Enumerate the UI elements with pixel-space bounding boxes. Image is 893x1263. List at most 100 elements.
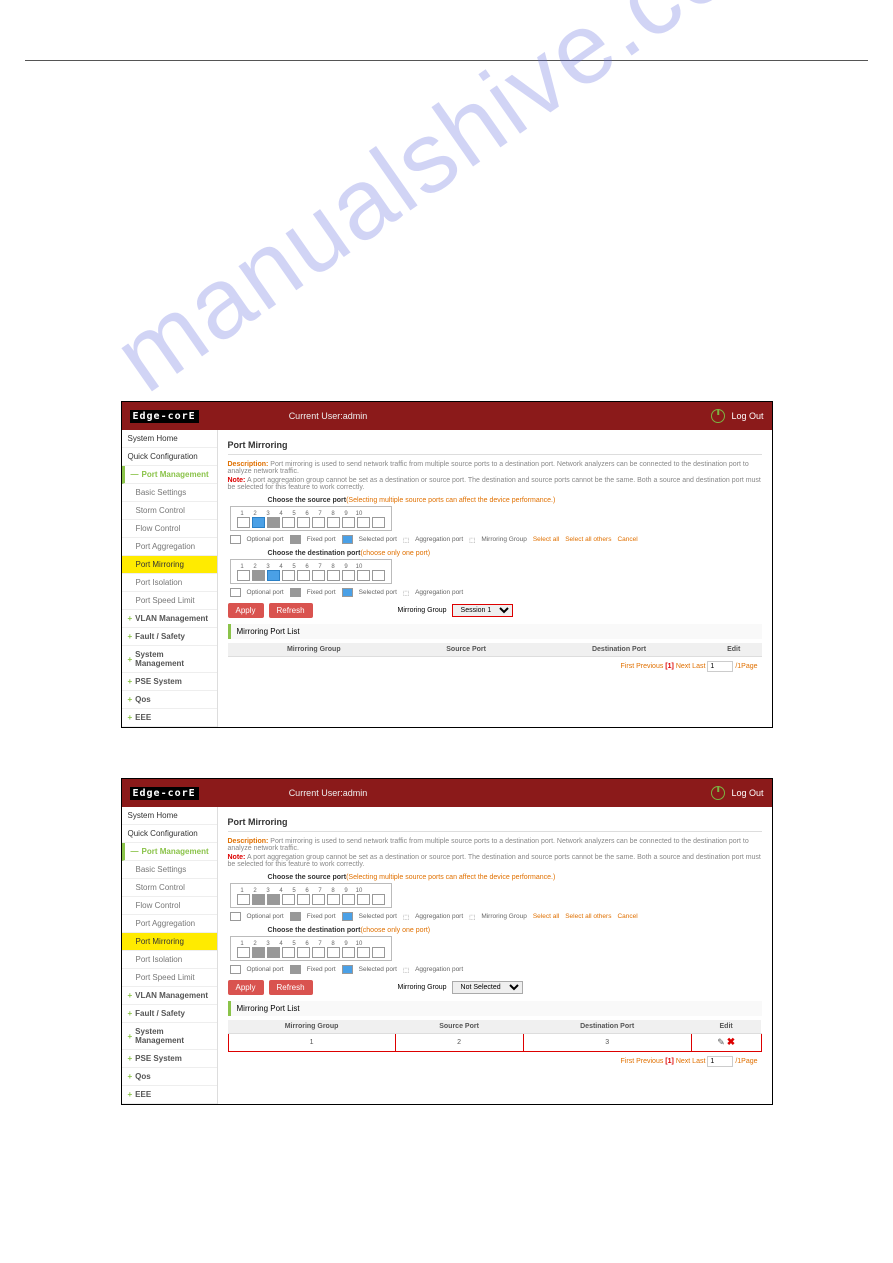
port-icon[interactable] bbox=[237, 947, 250, 958]
pager-last[interactable]: Last bbox=[692, 1058, 705, 1065]
port-icon[interactable] bbox=[252, 947, 265, 958]
port-icon[interactable] bbox=[282, 570, 295, 581]
port-icon[interactable] bbox=[342, 894, 355, 905]
port-icon[interactable] bbox=[282, 517, 295, 528]
cancel-link[interactable]: Cancel bbox=[617, 536, 637, 543]
select-others-link[interactable]: Select all others bbox=[565, 536, 611, 543]
sidebar-item-fault[interactable]: +Fault / Safety bbox=[122, 628, 217, 646]
port-icon[interactable] bbox=[372, 894, 385, 905]
port-icon[interactable] bbox=[357, 517, 370, 528]
pager-page-input[interactable] bbox=[707, 1056, 733, 1067]
sidebar-item-pse[interactable]: +PSE System bbox=[122, 1050, 217, 1068]
port-icon[interactable] bbox=[327, 947, 340, 958]
sidebar-item-port-mirroring[interactable]: Port Mirroring bbox=[122, 556, 217, 574]
sidebar-item-port-isolation[interactable]: Port Isolation bbox=[122, 574, 217, 592]
sidebar-item-eee[interactable]: +EEE bbox=[122, 709, 217, 727]
select-all-link[interactable]: Select all bbox=[533, 536, 559, 543]
pager-next[interactable]: Next bbox=[676, 663, 690, 670]
sidebar-item-system-home[interactable]: System Home bbox=[122, 807, 217, 825]
sidebar-item-system-home[interactable]: System Home bbox=[122, 430, 217, 448]
sidebar-item-port-speed-limit[interactable]: Port Speed Limit bbox=[122, 592, 217, 610]
edit-icon[interactable]: ✎ bbox=[717, 1037, 725, 1047]
port-icon[interactable] bbox=[372, 570, 385, 581]
apply-button[interactable]: Apply bbox=[228, 980, 264, 995]
port-icon[interactable] bbox=[297, 947, 310, 958]
port-icon[interactable] bbox=[282, 947, 295, 958]
logout-link[interactable]: Log Out bbox=[731, 788, 763, 798]
refresh-button[interactable]: Refresh bbox=[269, 980, 313, 995]
sidebar-item-port-agg[interactable]: Port Aggregation bbox=[122, 915, 217, 933]
pager-prev[interactable]: Previous bbox=[636, 663, 663, 670]
port-icon[interactable] bbox=[312, 517, 325, 528]
select-others-link[interactable]: Select all others bbox=[565, 913, 611, 920]
port-icon[interactable] bbox=[267, 570, 280, 581]
port-icon[interactable] bbox=[357, 947, 370, 958]
sidebar-item-storm-control[interactable]: Storm Control bbox=[122, 502, 217, 520]
port-icon[interactable] bbox=[312, 947, 325, 958]
delete-icon[interactable]: ✖ bbox=[727, 1037, 735, 1048]
cancel-link[interactable]: Cancel bbox=[617, 913, 637, 920]
sidebar-item-port-mgmt[interactable]: —Port Management bbox=[122, 466, 217, 484]
sidebar-item-port-mirroring[interactable]: Port Mirroring bbox=[122, 933, 217, 951]
port-icon[interactable] bbox=[297, 517, 310, 528]
pager-page-input[interactable] bbox=[707, 661, 733, 672]
port-icon[interactable] bbox=[297, 570, 310, 581]
port-icon[interactable] bbox=[372, 517, 385, 528]
sidebar-item-vlan[interactable]: +VLAN Management bbox=[122, 987, 217, 1005]
select-all-link[interactable]: Select all bbox=[533, 913, 559, 920]
sidebar-item-flow-control[interactable]: Flow Control bbox=[122, 520, 217, 538]
sidebar-item-qos[interactable]: +Qos bbox=[122, 691, 217, 709]
sidebar-item-port-isolation[interactable]: Port Isolation bbox=[122, 951, 217, 969]
logout-icon[interactable] bbox=[711, 409, 725, 423]
refresh-button[interactable]: Refresh bbox=[269, 603, 313, 618]
port-icon[interactable] bbox=[267, 517, 280, 528]
port-icon[interactable] bbox=[312, 894, 325, 905]
sidebar-item-sysmgmt[interactable]: +System Management bbox=[122, 646, 217, 673]
port-icon[interactable] bbox=[342, 570, 355, 581]
sidebar-item-quick-config[interactable]: Quick Configuration bbox=[122, 448, 217, 466]
port-icon[interactable] bbox=[327, 570, 340, 581]
logout-icon[interactable] bbox=[711, 786, 725, 800]
logout-link[interactable]: Log Out bbox=[731, 411, 763, 421]
port-icon[interactable] bbox=[327, 517, 340, 528]
sidebar-item-basic-settings[interactable]: Basic Settings bbox=[122, 861, 217, 879]
sidebar-item-port-speed-limit[interactable]: Port Speed Limit bbox=[122, 969, 217, 987]
mirroring-group-select[interactable]: Session 1 bbox=[452, 604, 513, 617]
port-icon[interactable] bbox=[327, 894, 340, 905]
sidebar-item-flow-control[interactable]: Flow Control bbox=[122, 897, 217, 915]
sidebar-item-port-agg[interactable]: Port Aggregation bbox=[122, 538, 217, 556]
port-icon[interactable] bbox=[267, 894, 280, 905]
port-icon[interactable] bbox=[267, 947, 280, 958]
sidebar-item-quick-config[interactable]: Quick Configuration bbox=[122, 825, 217, 843]
pager-first[interactable]: First bbox=[621, 663, 635, 670]
port-icon[interactable] bbox=[237, 894, 250, 905]
port-icon[interactable] bbox=[237, 517, 250, 528]
port-icon[interactable] bbox=[312, 570, 325, 581]
port-icon[interactable] bbox=[357, 894, 370, 905]
port-icon[interactable] bbox=[252, 894, 265, 905]
port-icon[interactable] bbox=[282, 894, 295, 905]
pager-next[interactable]: Next bbox=[676, 1058, 690, 1065]
port-icon[interactable] bbox=[297, 894, 310, 905]
port-icon[interactable] bbox=[357, 570, 370, 581]
apply-button[interactable]: Apply bbox=[228, 603, 264, 618]
sidebar-item-sysmgmt[interactable]: +System Management bbox=[122, 1023, 217, 1050]
port-icon[interactable] bbox=[342, 517, 355, 528]
sidebar-item-vlan[interactable]: +VLAN Management bbox=[122, 610, 217, 628]
port-icon[interactable] bbox=[342, 947, 355, 958]
sidebar-item-eee[interactable]: +EEE bbox=[122, 1086, 217, 1104]
sidebar-item-qos[interactable]: +Qos bbox=[122, 1068, 217, 1086]
pager-prev[interactable]: Previous bbox=[636, 1058, 663, 1065]
sidebar-item-pse[interactable]: +PSE System bbox=[122, 673, 217, 691]
pager-first[interactable]: First bbox=[621, 1058, 635, 1065]
port-icon[interactable] bbox=[252, 570, 265, 581]
port-icon[interactable] bbox=[237, 570, 250, 581]
sidebar-item-fault[interactable]: +Fault / Safety bbox=[122, 1005, 217, 1023]
sidebar-item-storm-control[interactable]: Storm Control bbox=[122, 879, 217, 897]
pager-last[interactable]: Last bbox=[692, 663, 705, 670]
port-icon[interactable] bbox=[252, 517, 265, 528]
mirroring-group-select[interactable]: Not Selected bbox=[452, 981, 523, 994]
port-icon[interactable] bbox=[372, 947, 385, 958]
sidebar-item-port-mgmt[interactable]: —Port Management bbox=[122, 843, 217, 861]
sidebar-item-basic-settings[interactable]: Basic Settings bbox=[122, 484, 217, 502]
